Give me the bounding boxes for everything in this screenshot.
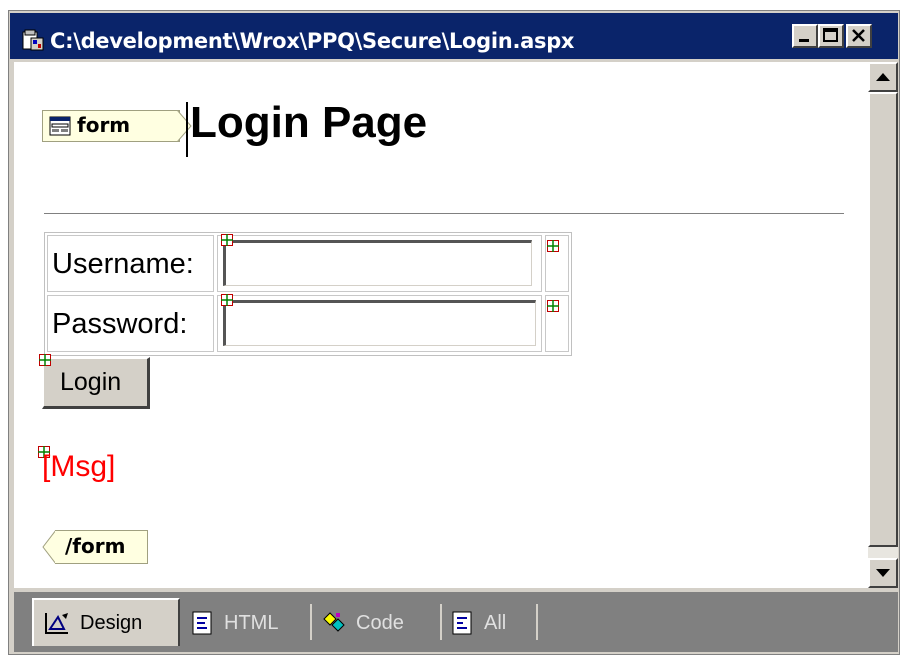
- horizontal-rule: [44, 213, 844, 214]
- username-validator-handle-icon[interactable]: [547, 240, 559, 252]
- arrow-down-icon: [876, 569, 890, 577]
- username-label-cell: Username:: [47, 235, 214, 292]
- form-icon: [49, 116, 71, 136]
- code-icon: [323, 612, 345, 632]
- login-button-label: Login: [60, 368, 122, 396]
- design-icon: [45, 613, 68, 634]
- username-input[interactable]: [223, 240, 532, 286]
- page-heading: Login Page: [190, 98, 428, 147]
- tab-separator: [536, 604, 538, 640]
- scroll-up-button[interactable]: [868, 62, 898, 92]
- tab-html-label: HTML: [224, 611, 279, 634]
- password-label-cell: Password:: [47, 295, 214, 352]
- minimize-icon: [799, 39, 809, 42]
- minimize-button[interactable]: [792, 24, 818, 48]
- maximize-button[interactable]: [818, 24, 844, 48]
- tab-html[interactable]: HTML: [190, 602, 300, 644]
- login-button[interactable]: Login: [42, 357, 150, 409]
- password-input-handle-icon[interactable]: [221, 294, 233, 306]
- arrow-up-icon: [876, 73, 890, 81]
- tab-code-label: Code: [356, 611, 404, 634]
- tab-separator: [440, 604, 442, 640]
- tab-all-label: All: [484, 611, 507, 634]
- aspx-file-icon: [22, 29, 44, 51]
- msg-label[interactable]: [Msg]: [42, 450, 115, 484]
- design-surface[interactable]: form Login Page Username: Password: Logi…: [14, 62, 868, 588]
- tab-code[interactable]: Code: [318, 602, 436, 644]
- maximize-icon: [823, 28, 838, 42]
- close-icon: [852, 29, 865, 42]
- all-icon: [452, 611, 472, 635]
- form-close-tag-label: /form: [65, 534, 126, 558]
- form-open-tag[interactable]: form: [42, 110, 180, 142]
- password-input[interactable]: [223, 300, 536, 346]
- title-bar[interactable]: C:\development\Wrox\PPQ\Secure\Login.asp…: [10, 13, 898, 59]
- vertical-scrollbar[interactable]: [868, 62, 898, 588]
- form-close-tag[interactable]: /form: [55, 530, 148, 564]
- tab-design[interactable]: Design: [32, 598, 180, 646]
- form-open-tag-label: form: [77, 113, 131, 137]
- password-label: Password:: [52, 308, 188, 340]
- password-validator-handle-icon[interactable]: [547, 300, 559, 312]
- tab-separator: [310, 604, 312, 640]
- login-button-handle-icon[interactable]: [39, 354, 51, 366]
- form-close-tag-arrow: [42, 530, 56, 564]
- username-label: Username:: [52, 248, 194, 280]
- scroll-thumb[interactable]: [868, 92, 898, 547]
- username-input-handle-icon[interactable]: [221, 234, 233, 246]
- tab-all[interactable]: All: [450, 602, 536, 644]
- view-tab-bar: Design HTML Code All: [14, 592, 898, 652]
- scroll-down-button[interactable]: [868, 558, 898, 588]
- caret: [186, 102, 188, 157]
- html-icon: [192, 611, 212, 635]
- close-button[interactable]: [846, 24, 872, 48]
- window-title: C:\development\Wrox\PPQ\Secure\Login.asp…: [50, 29, 575, 53]
- tab-design-label: Design: [80, 611, 143, 634]
